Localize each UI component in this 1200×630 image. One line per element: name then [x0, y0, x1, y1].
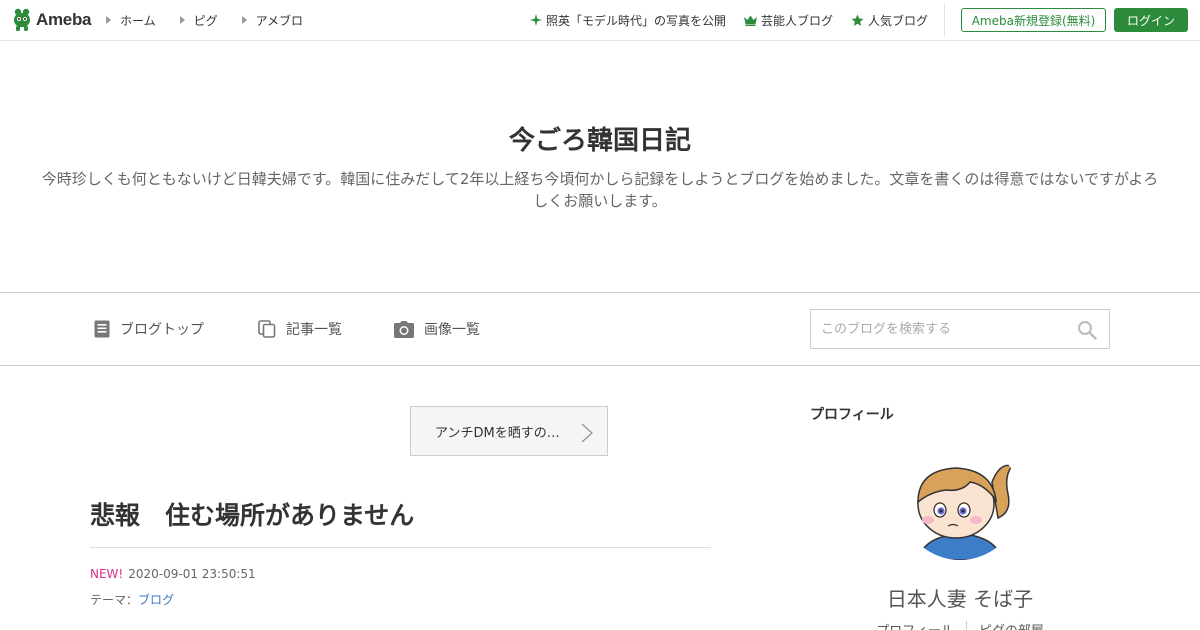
promo-link-celebrity-blogs[interactable]: 芸能人ブログ: [743, 12, 833, 29]
triangle-right-icon: [179, 16, 185, 24]
profile-links-separator: [965, 621, 967, 630]
search-icon[interactable]: [1077, 320, 1097, 340]
blog-nav-images[interactable]: 画像一覧: [394, 293, 480, 365]
profile-heading: プロフィール: [810, 407, 894, 423]
blog-nav-label: 記事一覧: [286, 322, 342, 338]
profile-name[interactable]: 日本人妻 そば子: [810, 583, 1110, 612]
global-nav-label: ホーム: [120, 13, 156, 28]
entry-title[interactable]: 悲報 住む場所がありません: [90, 496, 710, 532]
triangle-right-icon: [106, 16, 111, 24]
blog-search-input[interactable]: [811, 310, 1071, 348]
promo-link-label: 人気ブログ: [867, 13, 928, 28]
profile-link[interactable]: プロフィール: [876, 620, 954, 630]
ameba-mascot-icon: [14, 8, 30, 31]
register-button[interactable]: Ameba新規登録(無料): [961, 8, 1106, 32]
blog-nav-entries[interactable]: 記事一覧: [258, 293, 342, 365]
blog-title[interactable]: 今ごろ韓国日記: [0, 120, 1200, 157]
new-badge: NEW!: [90, 567, 124, 581]
blog-search: [810, 309, 1110, 349]
promo-links: 照英「モデル時代」の写真を公開 芸能人ブログ 人気ブログ: [512, 0, 928, 40]
blog-nav: ブログトップ 記事一覧 画像一覧: [0, 292, 1200, 366]
global-nav-ameblo[interactable]: アメブロ: [241, 12, 304, 29]
global-nav-label: ピグ: [193, 13, 218, 28]
global-nav: ホーム ピグ アメブロ: [106, 0, 327, 40]
blog-description: 今時珍しくも何ともないけど日韓夫婦です。韓国に住みだして2年以上経ち今頃何かしら…: [41, 170, 1159, 210]
promo-link-label: 照英「モデル時代」の写真を公開: [545, 13, 726, 28]
profile-avatar[interactable]: [900, 460, 1020, 560]
logo-text: Ameba: [36, 10, 92, 29]
login-button[interactable]: ログイン: [1114, 8, 1188, 32]
entry-theme-link[interactable]: ブログ: [138, 593, 174, 607]
global-nav-label: アメブロ: [255, 13, 304, 28]
entry-meta: NEW! 2020-09-01 23:50:51: [90, 567, 256, 581]
chevron-right-icon: [581, 423, 593, 443]
blog-nav-top[interactable]: ブログトップ: [94, 293, 204, 365]
blog-nav-label: ブログトップ: [120, 322, 204, 338]
promo-link-news[interactable]: 照英「モデル時代」の写真を公開: [529, 12, 726, 29]
star-icon: [851, 14, 864, 26]
triangle-right-icon: [241, 16, 247, 24]
document-icon: [94, 320, 110, 338]
profile-links: プロフィール ピグの部屋: [810, 620, 1110, 630]
header-divider: [944, 4, 945, 36]
previous-article-link[interactable]: アンチDMを晒すの…: [410, 406, 608, 456]
copy-icon: [258, 320, 276, 338]
ameba-logo[interactable]: Ameba: [12, 7, 91, 33]
global-nav-pigg[interactable]: ピグ: [179, 12, 218, 29]
promo-link-popular-blogs[interactable]: 人気ブログ: [851, 12, 928, 29]
global-header: Ameba ホーム ピグ アメブロ 照英「モデル時代」の写真を公開 芸能人ブログ…: [0, 0, 1200, 41]
sparkle-icon: [529, 14, 542, 26]
global-nav-home[interactable]: ホーム: [106, 12, 156, 29]
entry-title-divider: [90, 547, 711, 548]
entry-theme: テーマ：ブログ: [90, 591, 174, 608]
entry-datetime: 2020-09-01 23:50:51: [128, 567, 256, 581]
blog-nav-label: 画像一覧: [424, 322, 480, 338]
crown-icon: [743, 15, 757, 26]
camera-icon: [394, 320, 414, 338]
pigg-room-link[interactable]: ピグの部屋: [979, 620, 1044, 630]
entry-theme-prefix: テーマ：: [90, 593, 139, 607]
previous-article-label: アンチDMを晒すの…: [435, 425, 560, 441]
promo-link-label: 芸能人ブログ: [760, 13, 833, 28]
